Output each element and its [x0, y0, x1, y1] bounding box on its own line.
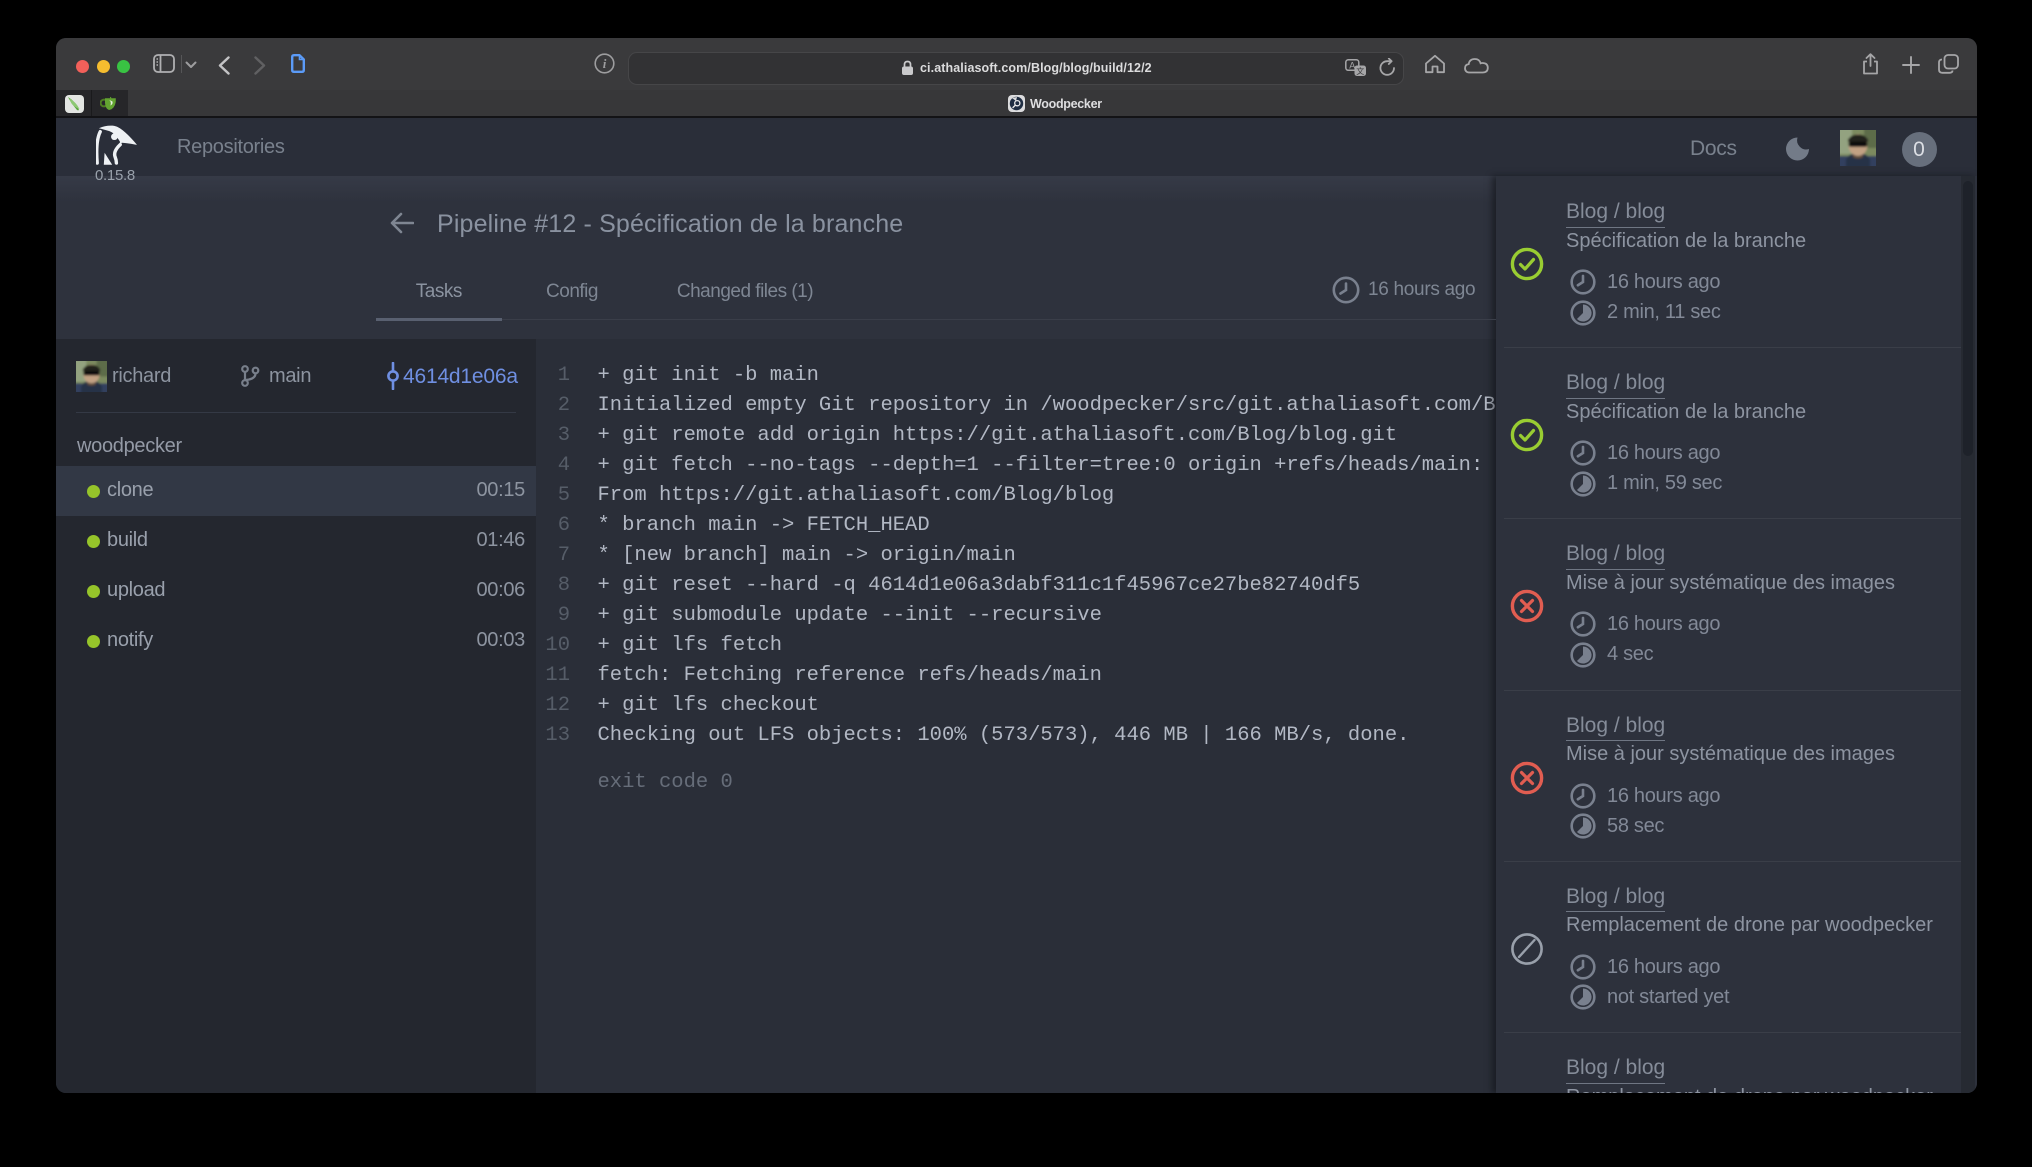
svg-text:i: i	[603, 56, 607, 71]
svg-text:文: 文	[1356, 66, 1364, 76]
svg-text:A: A	[1349, 60, 1355, 70]
